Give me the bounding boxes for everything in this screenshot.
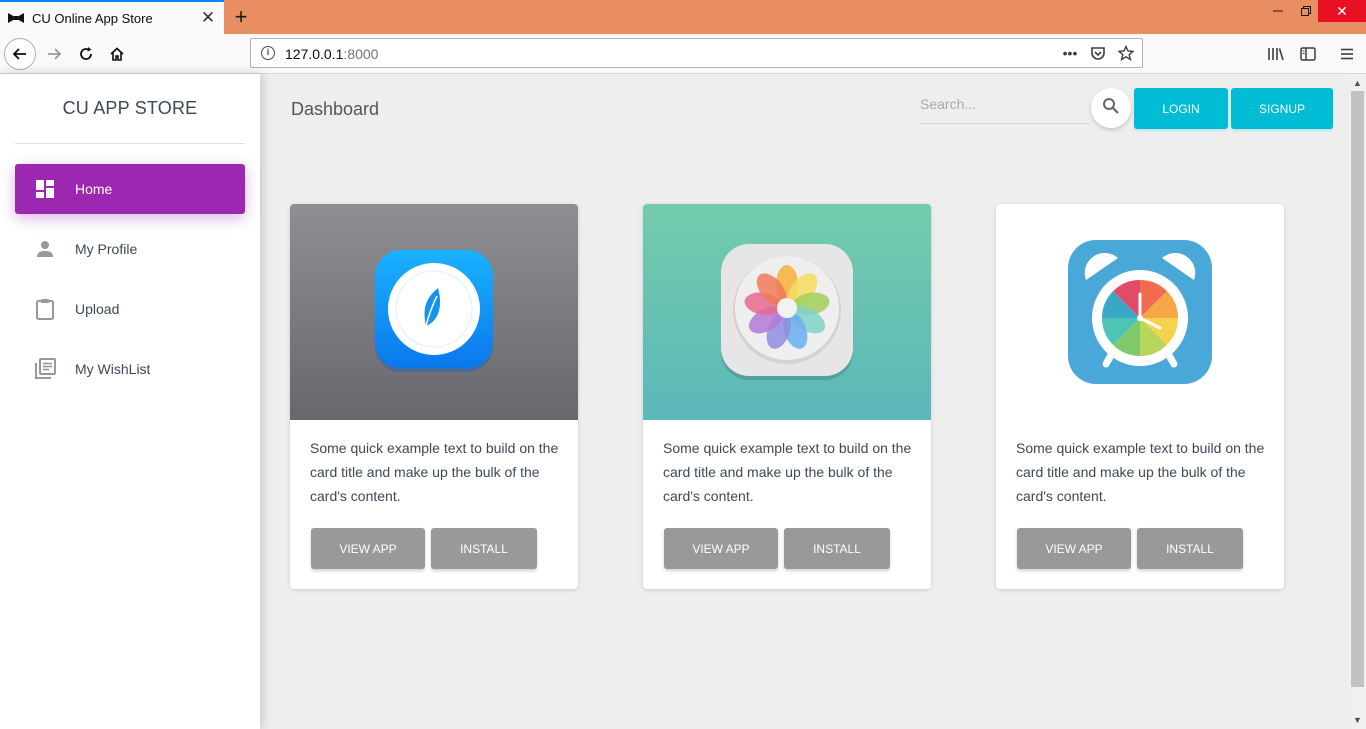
window-minimize-icon[interactable] [1264, 0, 1292, 22]
browser-titlebar: CU Online App Store ✕ + ✕ [0, 0, 1366, 34]
alarm-clock-icon [1068, 240, 1212, 384]
install-button[interactable]: INSTALL [1137, 528, 1243, 569]
view-app-button[interactable]: VIEW APP [1017, 528, 1131, 569]
card-text: Some quick example text to build on the … [663, 440, 912, 504]
back-icon[interactable] [4, 38, 36, 70]
bowtie-favicon-icon [8, 13, 24, 23]
page-title: Dashboard [291, 99, 380, 119]
scroll-thumb[interactable] [1351, 91, 1364, 687]
forward-icon[interactable] [38, 38, 70, 70]
sidebar-item-label: My WishList [75, 361, 151, 377]
card-image[interactable] [290, 204, 578, 420]
library-books-icon [30, 357, 60, 381]
search-input[interactable]: Search... [920, 94, 1090, 124]
page-actions-icon[interactable]: ••• [1060, 43, 1080, 63]
app-card: Some quick example text to build on the … [290, 204, 578, 589]
app-card: Some quick example text to build on the … [643, 204, 931, 589]
sidebar-item-my-wishlist[interactable]: My WishList [15, 344, 245, 394]
login-button[interactable]: LOGIN [1134, 88, 1228, 129]
dashboard-icon [30, 177, 60, 201]
install-button[interactable]: INSTALL [431, 528, 537, 569]
tab-close-icon[interactable]: ✕ [196, 6, 220, 30]
sidebar-item-my-profile[interactable]: My Profile [15, 224, 245, 274]
brand-title[interactable]: CU APP STORE [0, 98, 260, 119]
sidebar-item-upload[interactable]: Upload [15, 284, 245, 334]
photos-flower-icon [721, 244, 853, 380]
card-text: Some quick example text to build on the … [310, 440, 559, 504]
sidebar-item-label: My Profile [75, 241, 138, 257]
page-viewport: CU APP STORE Home My Profile Upload My W [0, 74, 1366, 729]
url-text[interactable]: 127.0.0.1:8000 [285, 46, 378, 62]
address-bar[interactable]: i 127.0.0.1:8000 ••• [250, 38, 1143, 68]
browser-navbar: i 127.0.0.1:8000 ••• [0, 34, 1366, 74]
library-icon[interactable] [1264, 42, 1288, 66]
card-text: Some quick example text to build on the … [1016, 440, 1265, 504]
search-icon [1102, 97, 1120, 120]
main-content: Dashboard Search... LOGIN SIGNUP Some qu… [260, 74, 1349, 729]
sidebar-item-home[interactable]: Home [15, 164, 245, 214]
home-icon[interactable] [101, 38, 133, 70]
scroll-up-arrow-icon[interactable]: ▲ [1349, 76, 1366, 90]
card-image[interactable] [643, 204, 931, 420]
clipboard-icon [30, 297, 60, 321]
view-app-button[interactable]: VIEW APP [664, 528, 778, 569]
card-image[interactable] [996, 204, 1284, 420]
reload-icon[interactable] [70, 38, 102, 70]
bookmark-star-icon[interactable] [1116, 43, 1136, 63]
window-restore-icon[interactable] [1292, 0, 1320, 22]
sidebar-toggle-icon[interactable] [1296, 42, 1320, 66]
vertical-scrollbar[interactable]: ▲ ▼ [1349, 74, 1366, 729]
sidebar: CU APP STORE Home My Profile Upload My W [0, 74, 260, 729]
install-button[interactable]: INSTALL [784, 528, 890, 569]
new-tab-icon[interactable]: + [228, 4, 254, 30]
view-app-button[interactable]: VIEW APP [311, 528, 425, 569]
menu-hamburger-icon[interactable] [1335, 42, 1359, 66]
scroll-down-arrow-icon[interactable]: ▼ [1349, 713, 1366, 727]
person-icon [30, 237, 60, 261]
site-info-icon[interactable]: i [261, 46, 275, 60]
search-button[interactable] [1091, 88, 1131, 128]
sidebar-item-label: Home [75, 181, 113, 197]
brand-divider [15, 143, 245, 144]
tab-title: CU Online App Store [32, 10, 153, 26]
signup-button[interactable]: SIGNUP [1231, 88, 1333, 129]
window-close-icon[interactable]: ✕ [1318, 0, 1366, 22]
app-card: Some quick example text to build on the … [996, 204, 1284, 589]
leaf-app-icon [375, 250, 493, 372]
browser-tab[interactable]: CU Online App Store ✕ [0, 0, 224, 34]
pocket-icon[interactable] [1088, 43, 1108, 63]
sidebar-item-label: Upload [75, 301, 120, 317]
